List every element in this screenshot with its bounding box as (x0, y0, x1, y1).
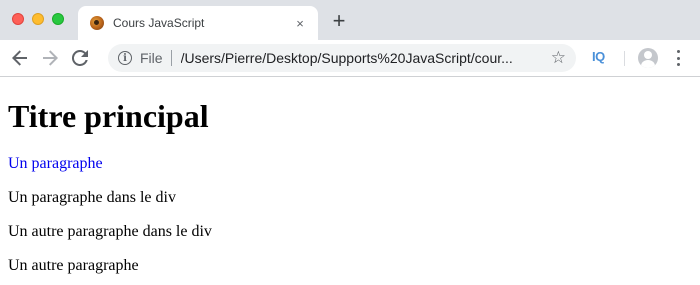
info-icon[interactable]: i (118, 51, 132, 65)
tab-active[interactable]: Cours JavaScript × (78, 6, 318, 40)
close-window-button[interactable] (12, 13, 24, 25)
extension-iq-icon[interactable]: IQ (592, 49, 605, 64)
reload-icon (72, 50, 88, 66)
minimize-window-button[interactable] (32, 13, 44, 25)
scheme-label: File (140, 50, 163, 66)
back-button[interactable] (8, 46, 32, 70)
toolbar-divider (624, 51, 625, 66)
reload-button[interactable] (68, 46, 92, 70)
page-content: Titre principal Un paragraphe Un paragra… (0, 98, 700, 275)
paragraph: Un autre paragraphe (8, 257, 139, 274)
arrow-right-icon (43, 50, 58, 66)
paragraph-in-div: Un paragraphe dans le div (8, 189, 176, 206)
window-controls (12, 13, 64, 25)
tab-close-icon[interactable]: × (292, 15, 308, 31)
tab-title: Cours JavaScript (113, 16, 205, 30)
new-tab-button[interactable]: + (330, 10, 348, 32)
bookmark-star-icon[interactable]: ☆ (551, 49, 566, 67)
browser-toolbar: i File /Users/Pierre/Desktop/Supports%20… (0, 40, 700, 77)
address-bar[interactable]: i File /Users/Pierre/Desktop/Supports%20… (108, 44, 576, 72)
profile-avatar-icon[interactable] (638, 48, 658, 68)
maximize-window-button[interactable] (52, 13, 64, 25)
paragraph-in-div: Un autre paragraphe dans le div (8, 223, 212, 240)
menu-kebab-icon[interactable] (676, 50, 680, 66)
page-heading: Titre principal (8, 98, 209, 134)
cookie-favicon-icon (90, 16, 104, 30)
url-text[interactable]: /Users/Pierre/Desktop/Supports%20JavaScr… (181, 50, 546, 66)
paragraph: Un paragraphe (8, 155, 103, 172)
arrow-left-icon (12, 50, 27, 66)
tab-strip: Cours JavaScript × + (0, 0, 700, 40)
forward-button[interactable] (38, 46, 62, 70)
address-divider (170, 50, 172, 66)
